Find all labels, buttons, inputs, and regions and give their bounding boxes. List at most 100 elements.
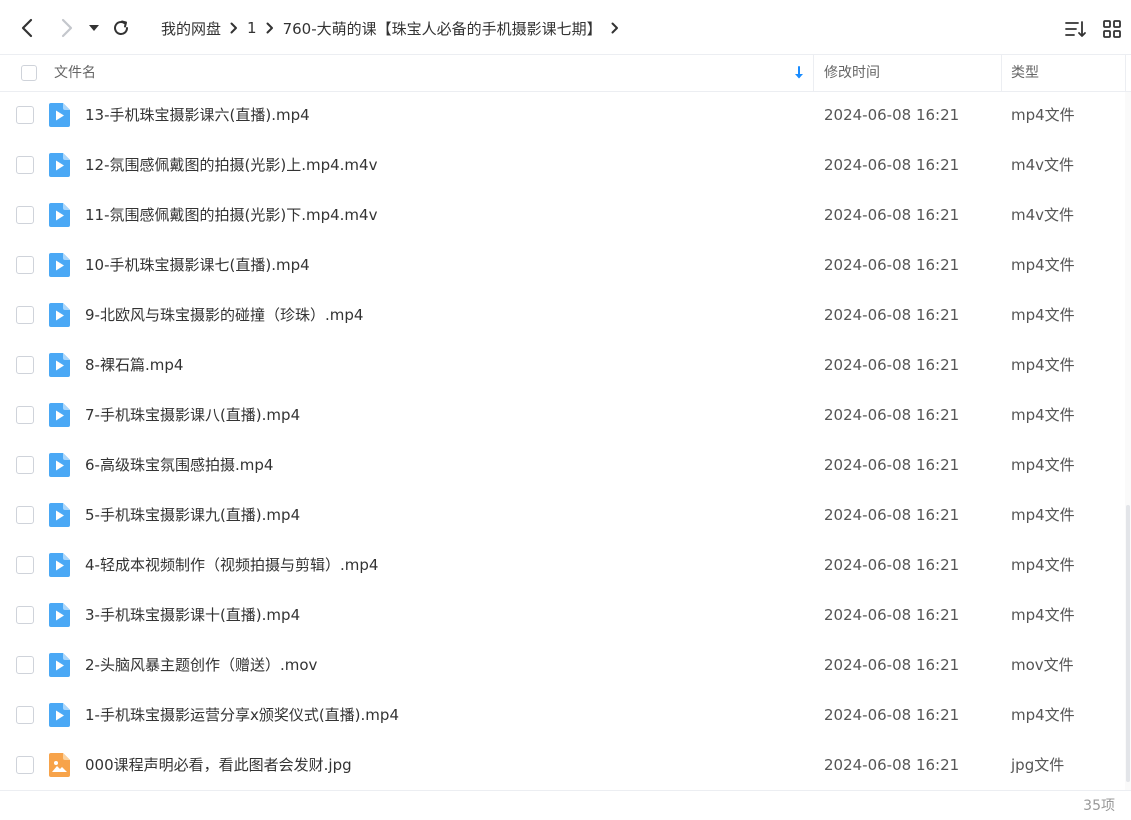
file-name[interactable]: 3-手机珠宝摄影课十(直播).mp4 bbox=[85, 590, 300, 640]
file-type: mp4文件 bbox=[1011, 356, 1075, 374]
file-row[interactable]: 13-手机珠宝摄影课六(直播).mp4 2024-06-08 16:21 mp4文件 bbox=[0, 90, 1125, 140]
row-checkbox[interactable] bbox=[16, 306, 34, 324]
video-file-icon bbox=[49, 553, 70, 577]
row-checkbox[interactable] bbox=[16, 106, 34, 124]
file-type: mp4文件 bbox=[1011, 306, 1075, 324]
column-divider[interactable] bbox=[813, 55, 814, 92]
status-bar: 35项 bbox=[0, 790, 1131, 820]
breadcrumb-item-my-drive[interactable]: 我的网盘 bbox=[161, 18, 221, 39]
row-checkbox[interactable] bbox=[16, 156, 34, 174]
file-type: m4v文件 bbox=[1011, 206, 1075, 224]
video-file-icon bbox=[49, 253, 70, 277]
row-checkbox[interactable] bbox=[16, 456, 34, 474]
refresh-icon[interactable] bbox=[109, 16, 133, 40]
forward-icon[interactable] bbox=[55, 16, 79, 40]
history-dropdown-icon[interactable] bbox=[84, 16, 104, 40]
file-name[interactable]: 5-手机珠宝摄影课九(直播).mp4 bbox=[85, 490, 300, 540]
row-checkbox[interactable] bbox=[16, 706, 34, 724]
video-file-icon bbox=[49, 153, 70, 177]
video-file-icon bbox=[49, 703, 70, 727]
file-row[interactable]: 12-氛围感佩戴图的拍摄(光影)上.mp4.m4v 2024-06-08 16:2… bbox=[0, 140, 1125, 190]
chevron-right-icon[interactable] bbox=[611, 22, 619, 34]
file-modified-time: 2024-06-08 16:21 bbox=[824, 106, 960, 124]
row-checkbox[interactable] bbox=[16, 356, 34, 374]
file-modified-time: 2024-06-08 16:21 bbox=[824, 256, 960, 274]
file-modified-time: 2024-06-08 16:21 bbox=[824, 456, 960, 474]
file-type: mp4文件 bbox=[1011, 406, 1075, 424]
row-checkbox[interactable] bbox=[16, 606, 34, 624]
chevron-right-icon bbox=[266, 22, 274, 34]
file-row[interactable]: 7-手机珠宝摄影课八(直播).mp4 2024-06-08 16:21 mp4文件 bbox=[0, 390, 1125, 440]
file-name[interactable]: 12-氛围感佩戴图的拍摄(光影)上.mp4.m4v bbox=[85, 140, 377, 190]
file-type: mp4文件 bbox=[1011, 556, 1075, 574]
file-name[interactable]: 1-手机珠宝摄影运营分享x颁奖仪式(直播).mp4 bbox=[85, 690, 399, 740]
row-checkbox[interactable] bbox=[16, 656, 34, 674]
file-type: mp4文件 bbox=[1011, 456, 1075, 474]
scrollbar-thumb[interactable] bbox=[1126, 505, 1130, 782]
video-file-icon bbox=[49, 503, 70, 527]
chevron-right-icon bbox=[230, 22, 238, 34]
file-row[interactable]: 1-手机珠宝摄影运营分享x颁奖仪式(直播).mp4 2024-06-08 16:2… bbox=[0, 690, 1125, 740]
row-checkbox[interactable] bbox=[16, 406, 34, 424]
file-name[interactable]: 6-高级珠宝氛围感拍摄.mp4 bbox=[85, 440, 273, 490]
row-checkbox[interactable] bbox=[16, 556, 34, 574]
file-row[interactable]: 000课程声明必看，看此图者会发财.jpg 2024-06-08 16:21 jpg… bbox=[0, 740, 1125, 790]
file-row[interactable]: 9-北欧风与珠宝摄影的碰撞（珍珠）.mp4 2024-06-08 16:21 mp4… bbox=[0, 290, 1125, 340]
file-modified-time: 2024-06-08 16:21 bbox=[824, 356, 960, 374]
video-file-icon bbox=[49, 653, 70, 677]
video-file-icon bbox=[49, 303, 70, 327]
file-row[interactable]: 3-手机珠宝摄影课十(直播).mp4 2024-06-08 16:21 mp4文件 bbox=[0, 590, 1125, 640]
row-checkbox[interactable] bbox=[16, 256, 34, 274]
column-divider[interactable] bbox=[1001, 55, 1002, 92]
list-header: 文件名 修改时间 类型 bbox=[0, 54, 1131, 92]
grid-view-icon[interactable] bbox=[1101, 18, 1123, 40]
file-type: mp4文件 bbox=[1011, 506, 1075, 524]
file-name[interactable]: 8-裸石篇.mp4 bbox=[85, 340, 183, 390]
file-modified-time: 2024-06-08 16:21 bbox=[824, 306, 960, 324]
row-checkbox[interactable] bbox=[16, 756, 34, 774]
file-row[interactable]: 11-氛围感佩戴图的拍摄(光影)下.mp4.m4v 2024-06-08 16:2… bbox=[0, 190, 1125, 240]
column-divider bbox=[1125, 55, 1126, 92]
file-modified-time: 2024-06-08 16:21 bbox=[824, 606, 960, 624]
breadcrumb-item-current-folder[interactable]: 760-大萌的课【珠宝人必备的手机摄影课七期】 bbox=[283, 18, 602, 39]
file-name[interactable]: 4-轻成本视频制作（视频拍摄与剪辑）.mp4 bbox=[85, 540, 378, 590]
file-type: m4v文件 bbox=[1011, 156, 1075, 174]
row-checkbox[interactable] bbox=[16, 506, 34, 524]
file-name[interactable]: 000课程声明必看，看此图者会发财.jpg bbox=[85, 740, 352, 790]
file-row[interactable]: 6-高级珠宝氛围感拍摄.mp4 2024-06-08 16:21 mp4文件 bbox=[0, 440, 1125, 490]
breadcrumb: 我的网盘 1 760-大萌的课【珠宝人必备的手机摄影课七期】 bbox=[161, 0, 628, 56]
file-row[interactable]: 4-轻成本视频制作（视频拍摄与剪辑）.mp4 2024-06-08 16:21 mp… bbox=[0, 540, 1125, 590]
column-header-name[interactable]: 文件名 bbox=[54, 55, 96, 92]
file-name[interactable]: 7-手机珠宝摄影课八(直播).mp4 bbox=[85, 390, 300, 440]
file-row[interactable]: 2-头脑风暴主题创作（赠送）.mov 2024-06-08 16:21 mov文件 bbox=[0, 640, 1125, 690]
row-checkbox[interactable] bbox=[16, 206, 34, 224]
file-modified-time: 2024-06-08 16:21 bbox=[824, 406, 960, 424]
column-header-type[interactable]: 类型 bbox=[1011, 55, 1039, 92]
file-modified-time: 2024-06-08 16:21 bbox=[824, 206, 960, 224]
file-row[interactable]: 10-手机珠宝摄影课七(直播).mp4 2024-06-08 16:21 mp4文件 bbox=[0, 240, 1125, 290]
breadcrumb-item-folder-1[interactable]: 1 bbox=[247, 19, 257, 37]
file-type: mov文件 bbox=[1011, 656, 1074, 674]
file-row[interactable]: 5-手机珠宝摄影课九(直播).mp4 2024-06-08 16:21 mp4文件 bbox=[0, 490, 1125, 540]
file-modified-time: 2024-06-08 16:21 bbox=[824, 756, 960, 774]
video-file-icon bbox=[49, 353, 70, 377]
file-name[interactable]: 9-北欧风与珠宝摄影的碰撞（珍珠）.mp4 bbox=[85, 290, 363, 340]
file-name[interactable]: 11-氛围感佩戴图的拍摄(光影)下.mp4.m4v bbox=[85, 190, 377, 240]
file-type: mp4文件 bbox=[1011, 606, 1075, 624]
file-name[interactable]: 10-手机珠宝摄影课七(直播).mp4 bbox=[85, 240, 310, 290]
toolbar: 我的网盘 1 760-大萌的课【珠宝人必备的手机摄影课七期】 bbox=[0, 0, 1131, 56]
back-icon[interactable] bbox=[15, 16, 39, 40]
file-name[interactable]: 13-手机珠宝摄影课六(直播).mp4 bbox=[85, 90, 310, 140]
file-row[interactable]: 8-裸石篇.mp4 2024-06-08 16:21 mp4文件 bbox=[0, 340, 1125, 390]
video-file-icon bbox=[49, 603, 70, 627]
video-file-icon bbox=[49, 203, 70, 227]
file-modified-time: 2024-06-08 16:21 bbox=[824, 506, 960, 524]
file-modified-time: 2024-06-08 16:21 bbox=[824, 156, 960, 174]
file-name[interactable]: 2-头脑风暴主题创作（赠送）.mov bbox=[85, 640, 317, 690]
select-all-checkbox[interactable] bbox=[21, 65, 37, 81]
file-modified-time: 2024-06-08 16:21 bbox=[824, 556, 960, 574]
sort-descending-icon[interactable] bbox=[793, 66, 805, 84]
file-type: mp4文件 bbox=[1011, 106, 1075, 124]
sort-order-icon[interactable] bbox=[1065, 18, 1087, 40]
column-header-modified-time[interactable]: 修改时间 bbox=[824, 55, 880, 92]
